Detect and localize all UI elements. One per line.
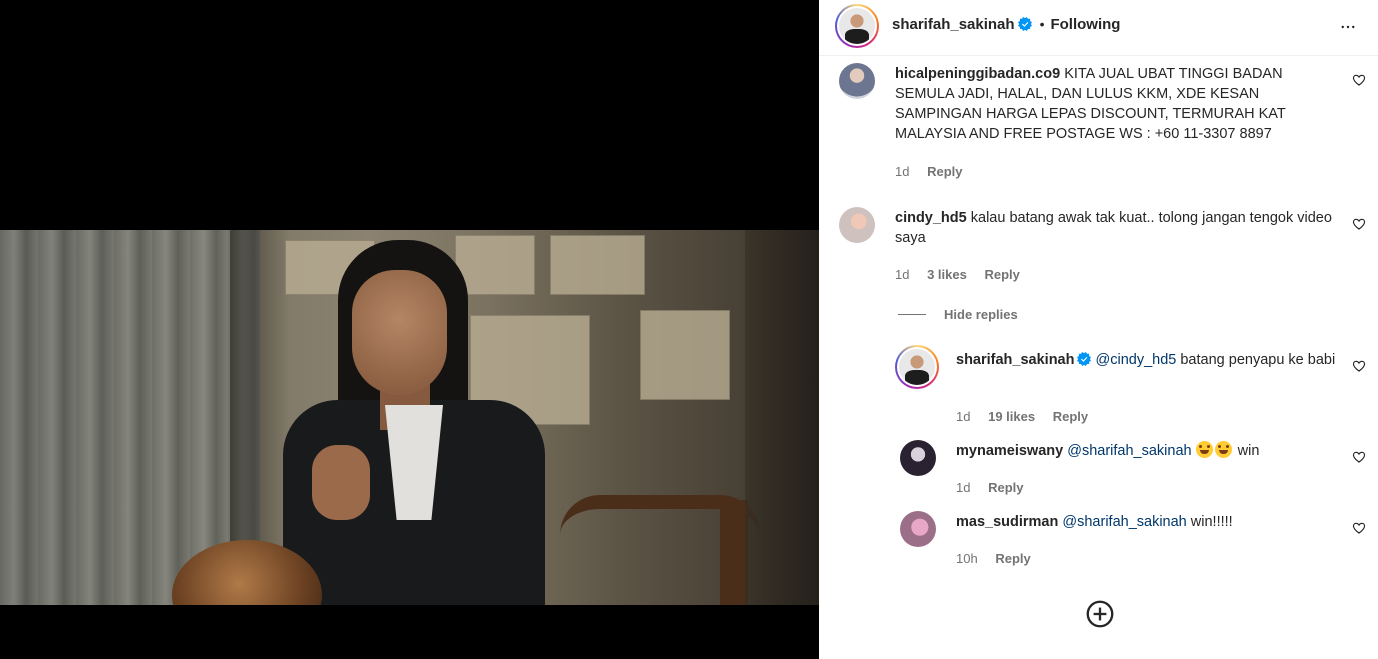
video-frame <box>0 230 819 605</box>
heart-icon[interactable] <box>1352 521 1366 535</box>
heart-icon[interactable] <box>1352 359 1366 373</box>
reply-button[interactable]: Reply <box>995 551 1030 566</box>
verified-badge-icon <box>1077 352 1092 366</box>
mention-link[interactable]: @sharifah_sakinah <box>1067 443 1191 459</box>
commenter-username[interactable]: mas_sudirman <box>956 514 1058 530</box>
more-options-icon[interactable] <box>1336 18 1360 36</box>
likes-count[interactable]: 3 likes <box>927 267 967 282</box>
commenter-avatar[interactable] <box>839 207 875 243</box>
comment-text: win <box>1237 443 1260 459</box>
mention-link[interactable]: @cindy_hd5 <box>1096 352 1177 368</box>
commenter-username[interactable]: sharifah_sakinah <box>956 352 1074 368</box>
commenter-username[interactable]: hicalpeninggibadan.co9 <box>895 66 1060 82</box>
comment-text: batang penyapu ke babi <box>1176 352 1336 368</box>
author-username[interactable]: sharifah_sakinah <box>892 16 1015 33</box>
comment-time: 10h <box>956 551 978 566</box>
laughing-emoji-icon <box>1195 441 1213 458</box>
comment-time: 1d <box>895 267 910 282</box>
reply-button[interactable]: Reply <box>984 267 1019 282</box>
post-video[interactable] <box>0 0 819 659</box>
heart-icon[interactable] <box>1352 450 1366 464</box>
commenter-avatar[interactable] <box>895 345 939 389</box>
verified-badge-icon <box>1017 17 1032 31</box>
post-header: sharifah_sakinah • Following <box>819 0 1378 56</box>
author-avatar[interactable] <box>835 4 879 48</box>
plus-circle-icon[interactable] <box>1086 600 1114 628</box>
comments-panel: sharifah_sakinah • Following hicalpeninggi… <box>819 0 1378 659</box>
reply-button[interactable]: Reply <box>1053 409 1088 424</box>
hide-replies-line <box>898 314 926 315</box>
comment-time: 1d <box>895 164 910 179</box>
reply-button[interactable]: Reply <box>927 164 962 179</box>
comment-text: win!!!!! <box>1186 514 1233 530</box>
reply-button[interactable]: Reply <box>988 480 1023 495</box>
commenter-avatar[interactable] <box>900 511 936 547</box>
heart-icon[interactable] <box>1352 217 1366 231</box>
likes-count[interactable]: 19 likes <box>988 409 1035 424</box>
comment-time: 1d <box>956 480 971 495</box>
commenter-avatar[interactable] <box>900 440 936 476</box>
hide-replies-button[interactable]: Hide replies <box>944 307 1018 322</box>
commenter-username[interactable]: mynameiswany <box>956 443 1063 459</box>
heart-icon[interactable] <box>1352 73 1366 87</box>
commenter-avatar[interactable] <box>839 63 875 99</box>
laughing-emoji-icon <box>1214 441 1232 458</box>
commenter-username[interactable]: cindy_hd5 <box>895 210 967 226</box>
following-button[interactable]: Following <box>1050 16 1120 33</box>
mention-link[interactable]: @sharifah_sakinah <box>1062 514 1186 530</box>
comment-time: 1d <box>956 409 971 424</box>
